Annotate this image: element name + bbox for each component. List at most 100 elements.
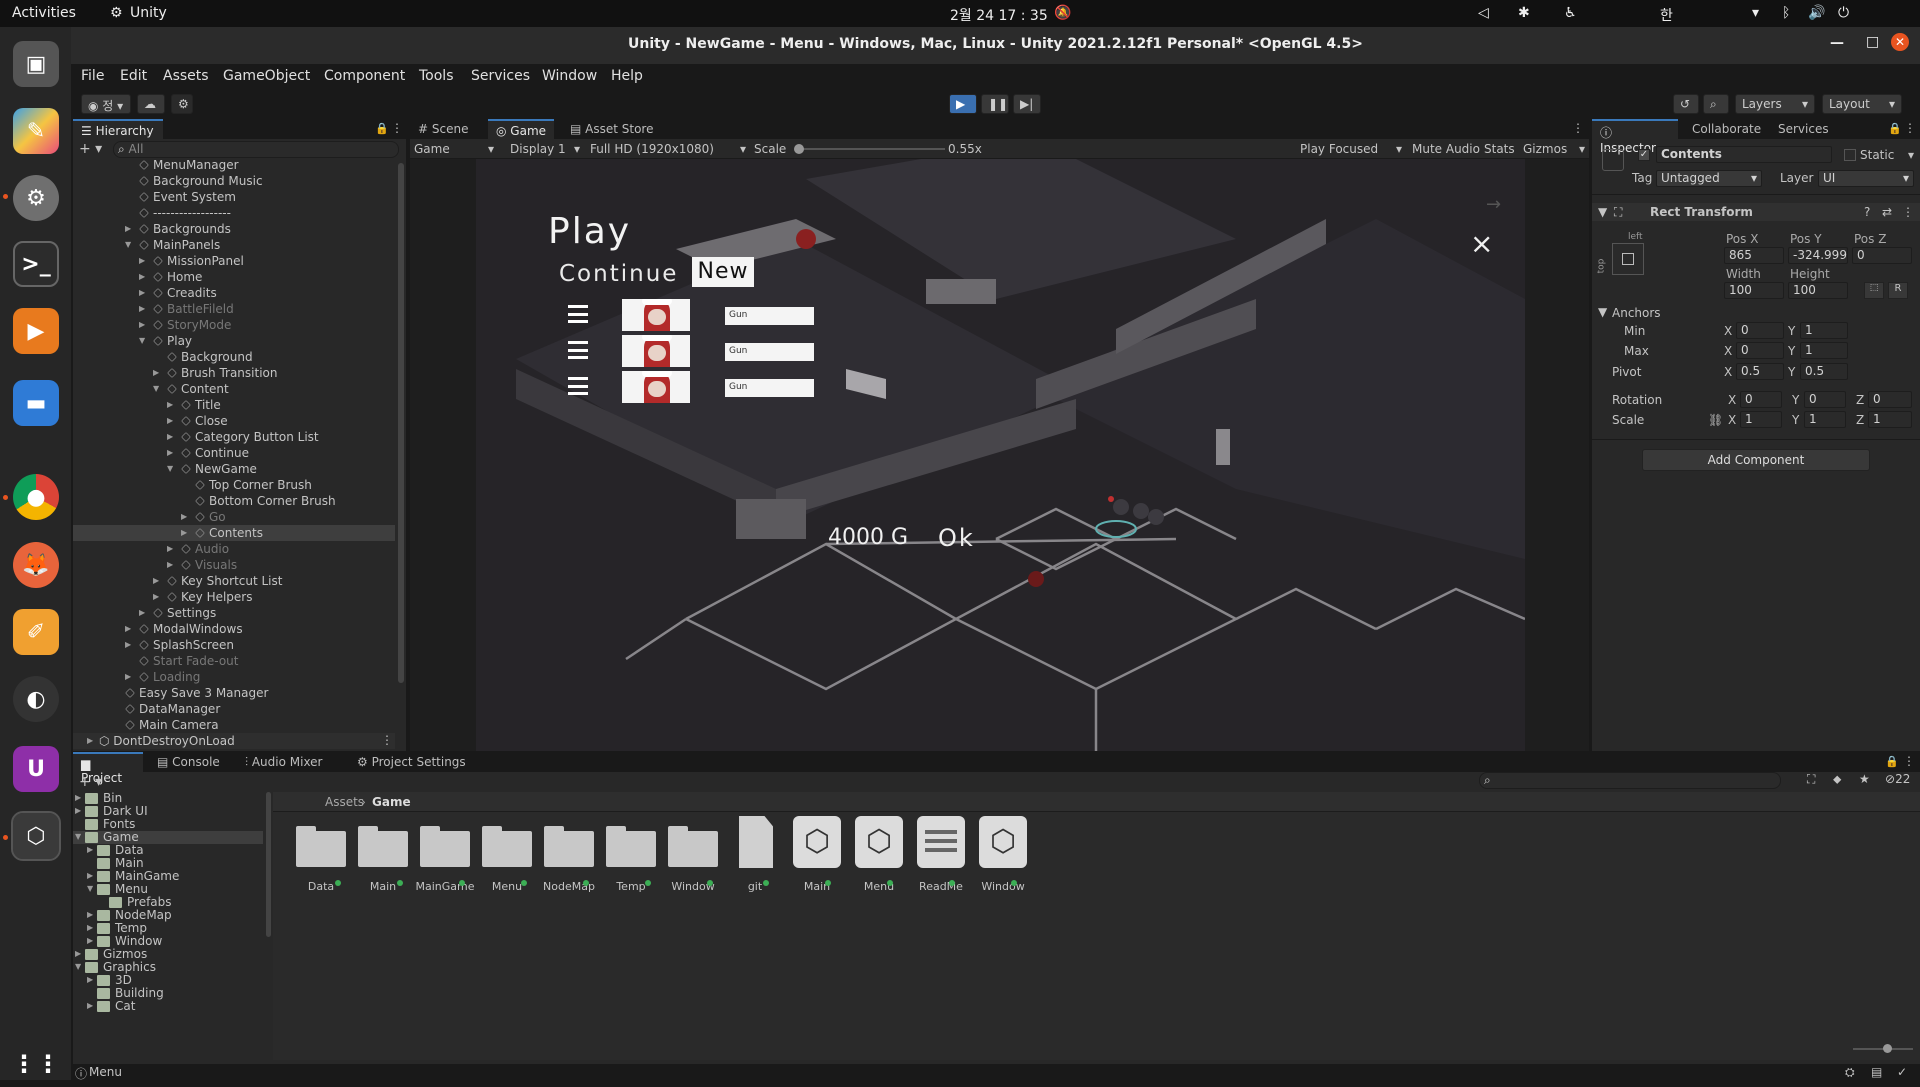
width-field[interactable]: 100 xyxy=(1724,282,1784,299)
foldout-arrow-icon[interactable]: ▶ xyxy=(167,560,173,569)
account-dropdown[interactable]: ◉ 정 ▾ xyxy=(81,94,131,114)
asset-item[interactable]: NodeMap xyxy=(539,814,599,904)
asset-item[interactable]: ReadMe xyxy=(911,814,971,904)
pause-button[interactable]: ❚❚ xyxy=(981,94,1009,114)
hierarchy-item[interactable]: ▼ NewGame xyxy=(73,461,395,477)
color-picker-icon[interactable]: ✎ xyxy=(13,108,59,154)
filter-label-icon[interactable]: ⬥ xyxy=(1833,772,1841,787)
foldout-arrow-icon[interactable]: ▶ xyxy=(153,368,159,377)
project-tree-item[interactable]: ▼ Game xyxy=(73,830,263,844)
foldout-arrow-icon[interactable]: ▶ xyxy=(75,793,81,802)
save-slot-row[interactable]: Gun xyxy=(476,299,876,333)
project-tree-item[interactable]: ▶ NodeMap xyxy=(73,908,263,922)
hierarchy-scrollbar[interactable] xyxy=(398,163,404,683)
save-slot-row[interactable]: Gun xyxy=(476,335,876,369)
project-tree-item[interactable]: ▶ Gizmos xyxy=(73,947,263,961)
asset-item[interactable]: ⬡ Window xyxy=(973,814,1033,904)
hierarchy-search-input[interactable]: ⌕ All xyxy=(113,141,399,158)
step-button[interactable]: ▶| xyxy=(1013,94,1041,114)
breadcrumb-game[interactable]: Game xyxy=(372,795,411,809)
hierarchy-item[interactable]: ▶ Category Button List xyxy=(73,429,395,445)
asset-item[interactable]: Menu xyxy=(477,814,537,904)
add-component-button[interactable]: Add Component xyxy=(1642,449,1870,471)
project-tree-item[interactable]: Building xyxy=(73,986,263,1000)
fox-app-icon[interactable]: 🦊 xyxy=(13,542,59,588)
foldout-arrow-icon[interactable]: ▶ xyxy=(125,672,131,681)
foldout-arrow-icon[interactable]: ▶ xyxy=(87,975,93,984)
asset-item[interactable]: Temp xyxy=(601,814,661,904)
menu-file[interactable]: File xyxy=(81,68,104,84)
cache-icon[interactable]: ▤ xyxy=(1871,1065,1882,1079)
favorites-star-icon[interactable]: ★ xyxy=(1859,772,1870,786)
foldout-arrow-icon[interactable]: ▼ xyxy=(75,962,81,971)
foldout-arrow-icon[interactable]: ▶ xyxy=(167,416,173,425)
posz-field[interactable]: 0 xyxy=(1852,247,1912,264)
hierarchy-item[interactable]: Bottom Corner Brush xyxy=(73,493,395,509)
foldout-arrow-icon[interactable]: ▶ xyxy=(87,936,93,945)
project-tree-item[interactable]: ▼ Graphics xyxy=(73,960,263,974)
lock-icon[interactable]: 🔒 xyxy=(375,122,389,135)
tab-project-settings[interactable]: ⚙ Project Settings xyxy=(349,752,474,772)
video-player-icon[interactable]: ▶ xyxy=(13,308,59,354)
asset-item[interactable]: MainGame xyxy=(415,814,475,904)
foldout-arrow-icon[interactable]: ▶ xyxy=(125,624,131,633)
tab-game[interactable]: ◎ Game xyxy=(488,119,555,139)
hidden-packages-icon[interactable]: ⊘22 xyxy=(1885,772,1910,786)
foldout-arrow-icon[interactable]: ▶ xyxy=(87,871,93,880)
asset-item[interactable]: git xyxy=(725,814,785,904)
asset-item[interactable]: ⬡ Main xyxy=(787,814,847,904)
app-menu[interactable]: Unity xyxy=(130,5,167,21)
tab-project[interactable]: ▆ Project xyxy=(73,752,143,785)
bluetooth-icon[interactable]: ᛒ xyxy=(1782,5,1790,21)
foldout-arrow-icon[interactable]: ▶ xyxy=(153,592,159,601)
project-tree-item[interactable]: ▶ Dark UI xyxy=(73,804,263,818)
hierarchy-item[interactable]: ▶ BattleFileld xyxy=(73,301,395,317)
status-check-icon[interactable]: ✓ xyxy=(1897,1065,1907,1079)
project-tree-item[interactable]: ▶ Temp xyxy=(73,921,263,935)
menu-component[interactable]: Component xyxy=(324,68,405,84)
ddol-scene-row[interactable]: ▶ ⬡ DontDestroyOnLoad ⋮ xyxy=(73,733,395,749)
hierarchy-item[interactable]: ▶ Close xyxy=(73,413,395,429)
min-y-field[interactable]: 1 xyxy=(1800,322,1848,339)
stats-toggle[interactable]: Stats xyxy=(1484,142,1515,156)
rect-transform-header[interactable]: ▼ ⛶ Rect Transform ? ⇄ ⋮ xyxy=(1592,203,1920,221)
display-dropdown[interactable]: Display 1 ▾ xyxy=(510,142,580,156)
asset-item[interactable]: Main xyxy=(353,814,413,904)
hierarchy-item[interactable]: Background xyxy=(73,349,395,365)
minimize-button[interactable]: — xyxy=(1830,35,1844,51)
hierarchy-item[interactable]: Main Camera xyxy=(73,717,395,733)
hierarchy-item[interactable]: ▶ Title xyxy=(73,397,395,413)
project-tree-item[interactable]: ▶ MainGame xyxy=(73,869,263,883)
foldout-arrow-icon[interactable]: ▶ xyxy=(87,736,93,745)
hierarchy-item[interactable]: Easy Save 3 Manager xyxy=(73,685,395,701)
foldout-arrow-icon[interactable]: ▶ xyxy=(167,400,173,409)
min-x-field[interactable]: 0 xyxy=(1736,322,1784,339)
hierarchy-item[interactable]: ▶ Backgrounds xyxy=(73,221,395,237)
icon-size-handle[interactable] xyxy=(1883,1044,1892,1053)
preset-icon[interactable]: ⇄ xyxy=(1882,205,1892,219)
foldout-arrow-icon[interactable]: ▶ xyxy=(139,304,145,313)
foldout-arrow-icon[interactable]: ▶ xyxy=(139,608,145,617)
hierarchy-item[interactable]: ▶ Settings xyxy=(73,605,395,621)
foldout-arrow-icon[interactable]: ▼ xyxy=(75,832,81,841)
telegram-icon[interactable]: ◁ xyxy=(1478,5,1489,21)
hierarchy-item[interactable]: ▶ Loading xyxy=(73,669,395,685)
new-tab-button[interactable]: New xyxy=(692,257,754,287)
hierarchy-item[interactable]: ▶ Brush Transition xyxy=(73,365,395,381)
play-focused-dropdown[interactable]: Play Focused ▾ xyxy=(1300,142,1402,156)
accessibility-icon[interactable]: ♿ xyxy=(1564,5,1577,21)
scale-slider-handle[interactable] xyxy=(794,144,804,154)
hierarchy-item[interactable]: ▶ Home xyxy=(73,269,395,285)
resolution-dropdown[interactable]: Full HD (1920x1080) ▾ xyxy=(590,142,746,156)
hierarchy-item[interactable]: ▼ Play xyxy=(73,333,395,349)
anchor-preset-button[interactable] xyxy=(1612,243,1644,275)
foldout-arrow-icon[interactable]: ▶ xyxy=(139,320,145,329)
project-tree-item[interactable]: ▶ Bin xyxy=(73,792,263,805)
foldout-arrow-icon[interactable]: ▶ xyxy=(153,576,159,585)
create-asset-button[interactable]: + ▾ xyxy=(79,774,102,790)
hierarchy-item[interactable]: ▶ MissionPanel xyxy=(73,253,395,269)
breadcrumb-assets[interactable]: Assets xyxy=(325,795,364,809)
foldout-arrow-icon[interactable]: ▶ xyxy=(75,949,81,958)
asset-item[interactable]: Window xyxy=(663,814,723,904)
menu-gameobject[interactable]: GameObject xyxy=(223,68,310,84)
